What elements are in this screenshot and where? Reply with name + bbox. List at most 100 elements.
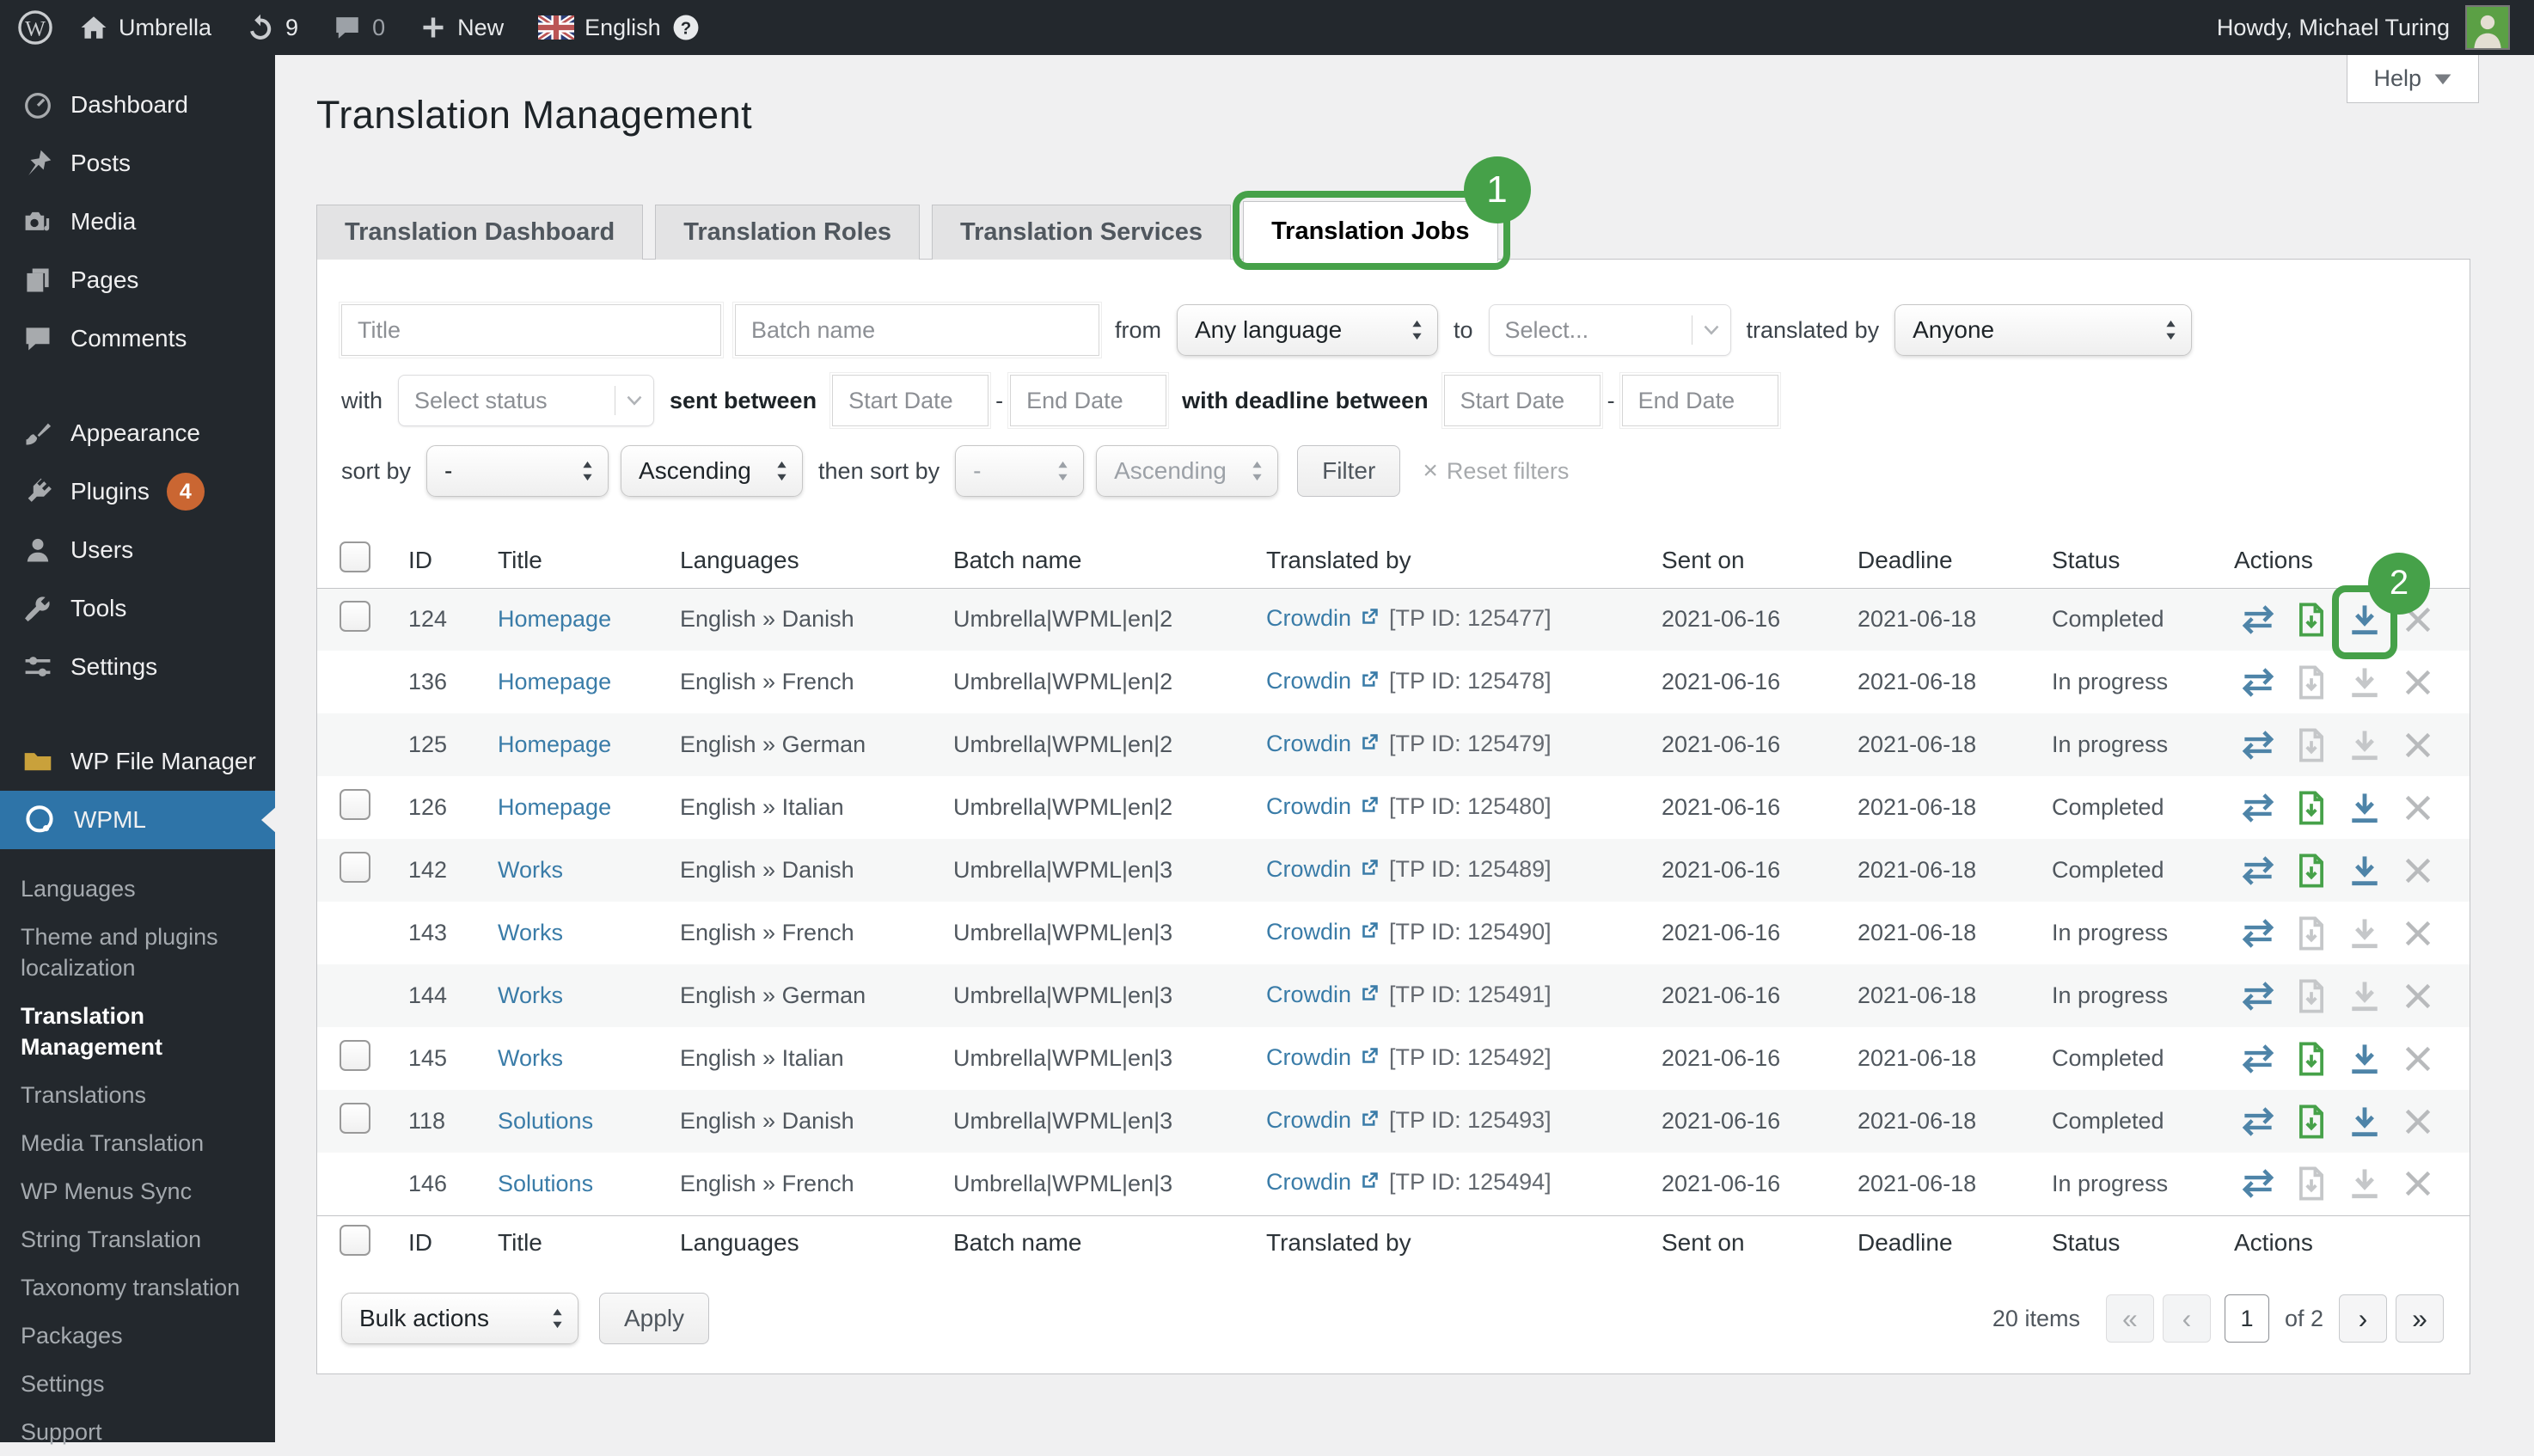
wordpress-icon[interactable]: W [17, 9, 53, 46]
status-select[interactable]: Select status [398, 375, 654, 426]
last-page-button[interactable]: » [2396, 1294, 2444, 1343]
next-page-button[interactable]: › [2339, 1294, 2387, 1343]
translator-link[interactable]: Crowdin [1266, 1169, 1351, 1195]
submenu-item-translation-management[interactable]: Translation Management [21, 992, 275, 1071]
sidebar-item-appearance[interactable]: Appearance [0, 404, 275, 462]
sync-icon[interactable] [2234, 843, 2282, 898]
job-title-link[interactable]: Works [498, 982, 563, 1008]
download-icon[interactable] [2341, 843, 2389, 898]
translator-link[interactable]: Crowdin [1266, 605, 1351, 631]
cancel-icon[interactable] [2394, 780, 2442, 835]
sidebar-item-pages[interactable]: Pages [0, 251, 275, 309]
download-icon[interactable] [2341, 718, 2389, 773]
job-title-link[interactable]: Solutions [498, 1171, 593, 1196]
submenu-item-translations[interactable]: Translations [21, 1071, 275, 1119]
sidebar-item-settings[interactable]: Settings [0, 638, 275, 696]
sidebar-item-tools[interactable]: Tools [0, 579, 275, 638]
row-checkbox[interactable] [340, 1040, 370, 1071]
download-icon[interactable] [2341, 969, 2389, 1024]
language-menu[interactable]: English ? [538, 13, 701, 42]
sync-icon[interactable] [2234, 592, 2282, 647]
apply-button[interactable]: Apply [599, 1293, 709, 1344]
translator-link[interactable]: Crowdin [1266, 856, 1351, 882]
cancel-icon[interactable] [2394, 655, 2442, 710]
from-language-select[interactable]: Any language [1177, 304, 1438, 356]
sync-icon[interactable] [2234, 655, 2282, 710]
deadline-start-date-input[interactable] [1444, 375, 1601, 426]
xliff-download-icon[interactable] [2287, 906, 2335, 961]
submenu-item-support[interactable]: Support [21, 1408, 275, 1456]
sort1-select[interactable]: - [426, 445, 609, 497]
row-checkbox[interactable] [340, 852, 370, 883]
translator-link[interactable]: Crowdin [1266, 919, 1351, 945]
sidebar-item-plugins[interactable]: Plugins4 [0, 462, 275, 521]
xliff-download-icon[interactable] [2287, 969, 2335, 1024]
xliff-download-icon[interactable] [2287, 780, 2335, 835]
sidebar-item-users[interactable]: Users [0, 521, 275, 579]
submenu-item-theme-and-plugins-localization[interactable]: Theme and plugins localization [21, 913, 275, 992]
sync-icon[interactable] [2234, 780, 2282, 835]
sidebar-item-dashboard[interactable]: Dashboard [0, 76, 275, 134]
translator-link[interactable]: Crowdin [1266, 1044, 1351, 1070]
sidebar-item-comments[interactable]: Comments [0, 309, 275, 368]
job-title-link[interactable]: Homepage [498, 606, 611, 632]
job-title-link[interactable]: Homepage [498, 669, 611, 694]
cancel-icon[interactable] [2394, 1156, 2442, 1211]
help-button[interactable]: Help [2347, 55, 2479, 103]
job-title-link[interactable]: Homepage [498, 794, 611, 820]
row-checkbox[interactable] [340, 601, 370, 632]
download-icon[interactable] [2341, 655, 2389, 710]
row-checkbox[interactable] [340, 789, 370, 820]
sync-icon[interactable] [2234, 969, 2282, 1024]
batch-name-filter-input[interactable] [735, 304, 1099, 356]
deadline-end-date-input[interactable] [1622, 375, 1778, 426]
order1-select[interactable]: Ascending [621, 445, 803, 497]
xliff-download-icon[interactable] [2287, 655, 2335, 710]
avatar[interactable] [2465, 5, 2510, 50]
sidebar-item-wp-file-manager[interactable]: WP File Manager [0, 732, 275, 791]
sync-icon[interactable] [2234, 906, 2282, 961]
sync-icon[interactable] [2234, 1094, 2282, 1149]
job-title-link[interactable]: Works [498, 857, 563, 883]
sort2-select[interactable]: - [955, 445, 1084, 497]
sidebar-item-media[interactable]: Media [0, 193, 275, 251]
tab-translation-services[interactable]: Translation Services [932, 205, 1231, 260]
order2-select[interactable]: Ascending [1096, 445, 1278, 497]
reset-filters-link[interactable]: × Reset filters [1423, 456, 1569, 486]
row-checkbox[interactable] [340, 1103, 370, 1134]
sync-icon[interactable] [2234, 1156, 2282, 1211]
xliff-download-icon[interactable] [2287, 592, 2335, 647]
translated-by-select[interactable]: Anyone [1894, 304, 2192, 356]
submenu-item-wp-menus-sync[interactable]: WP Menus Sync [21, 1167, 275, 1215]
sync-icon[interactable] [2234, 718, 2282, 773]
xliff-download-icon[interactable] [2287, 718, 2335, 773]
cancel-icon[interactable] [2394, 1094, 2442, 1149]
download-icon[interactable] [2341, 1031, 2389, 1086]
translator-link[interactable]: Crowdin [1266, 982, 1351, 1007]
current-page-input[interactable] [2225, 1294, 2269, 1343]
tab-translation-roles[interactable]: Translation Roles [655, 205, 920, 260]
bulk-actions-select[interactable]: Bulk actions [341, 1293, 578, 1344]
submenu-item-settings[interactable]: Settings [21, 1360, 275, 1408]
download-icon[interactable] [2341, 1156, 2389, 1211]
submenu-item-media-translation[interactable]: Media Translation [21, 1119, 275, 1167]
cancel-icon[interactable] [2394, 906, 2442, 961]
first-page-button[interactable]: « [2106, 1294, 2154, 1343]
howdy-label[interactable]: Howdy, Michael Turing [2217, 15, 2450, 41]
download-icon[interactable] [2341, 906, 2389, 961]
new-menu[interactable]: New [419, 14, 504, 41]
tab-translation-dashboard[interactable]: Translation Dashboard [316, 205, 643, 260]
tab-translation-jobs[interactable]: Translation Jobs [1243, 201, 1497, 261]
job-title-link[interactable]: Works [498, 1045, 563, 1071]
download-icon[interactable] [2341, 780, 2389, 835]
submenu-item-taxonomy-translation[interactable]: Taxonomy translation [21, 1263, 275, 1312]
comments-menu[interactable]: 0 [333, 13, 385, 42]
sent-end-date-input[interactable] [1010, 375, 1166, 426]
cancel-icon[interactable] [2394, 1031, 2442, 1086]
download-icon[interactable]: 2 [2341, 592, 2389, 647]
submenu-item-string-translation[interactable]: String Translation [21, 1215, 275, 1263]
cancel-icon[interactable] [2394, 718, 2442, 773]
sidebar-item-wpml[interactable]: WPML [0, 791, 275, 849]
select-all-checkbox[interactable] [340, 1225, 370, 1256]
filter-button[interactable]: Filter [1297, 445, 1400, 497]
